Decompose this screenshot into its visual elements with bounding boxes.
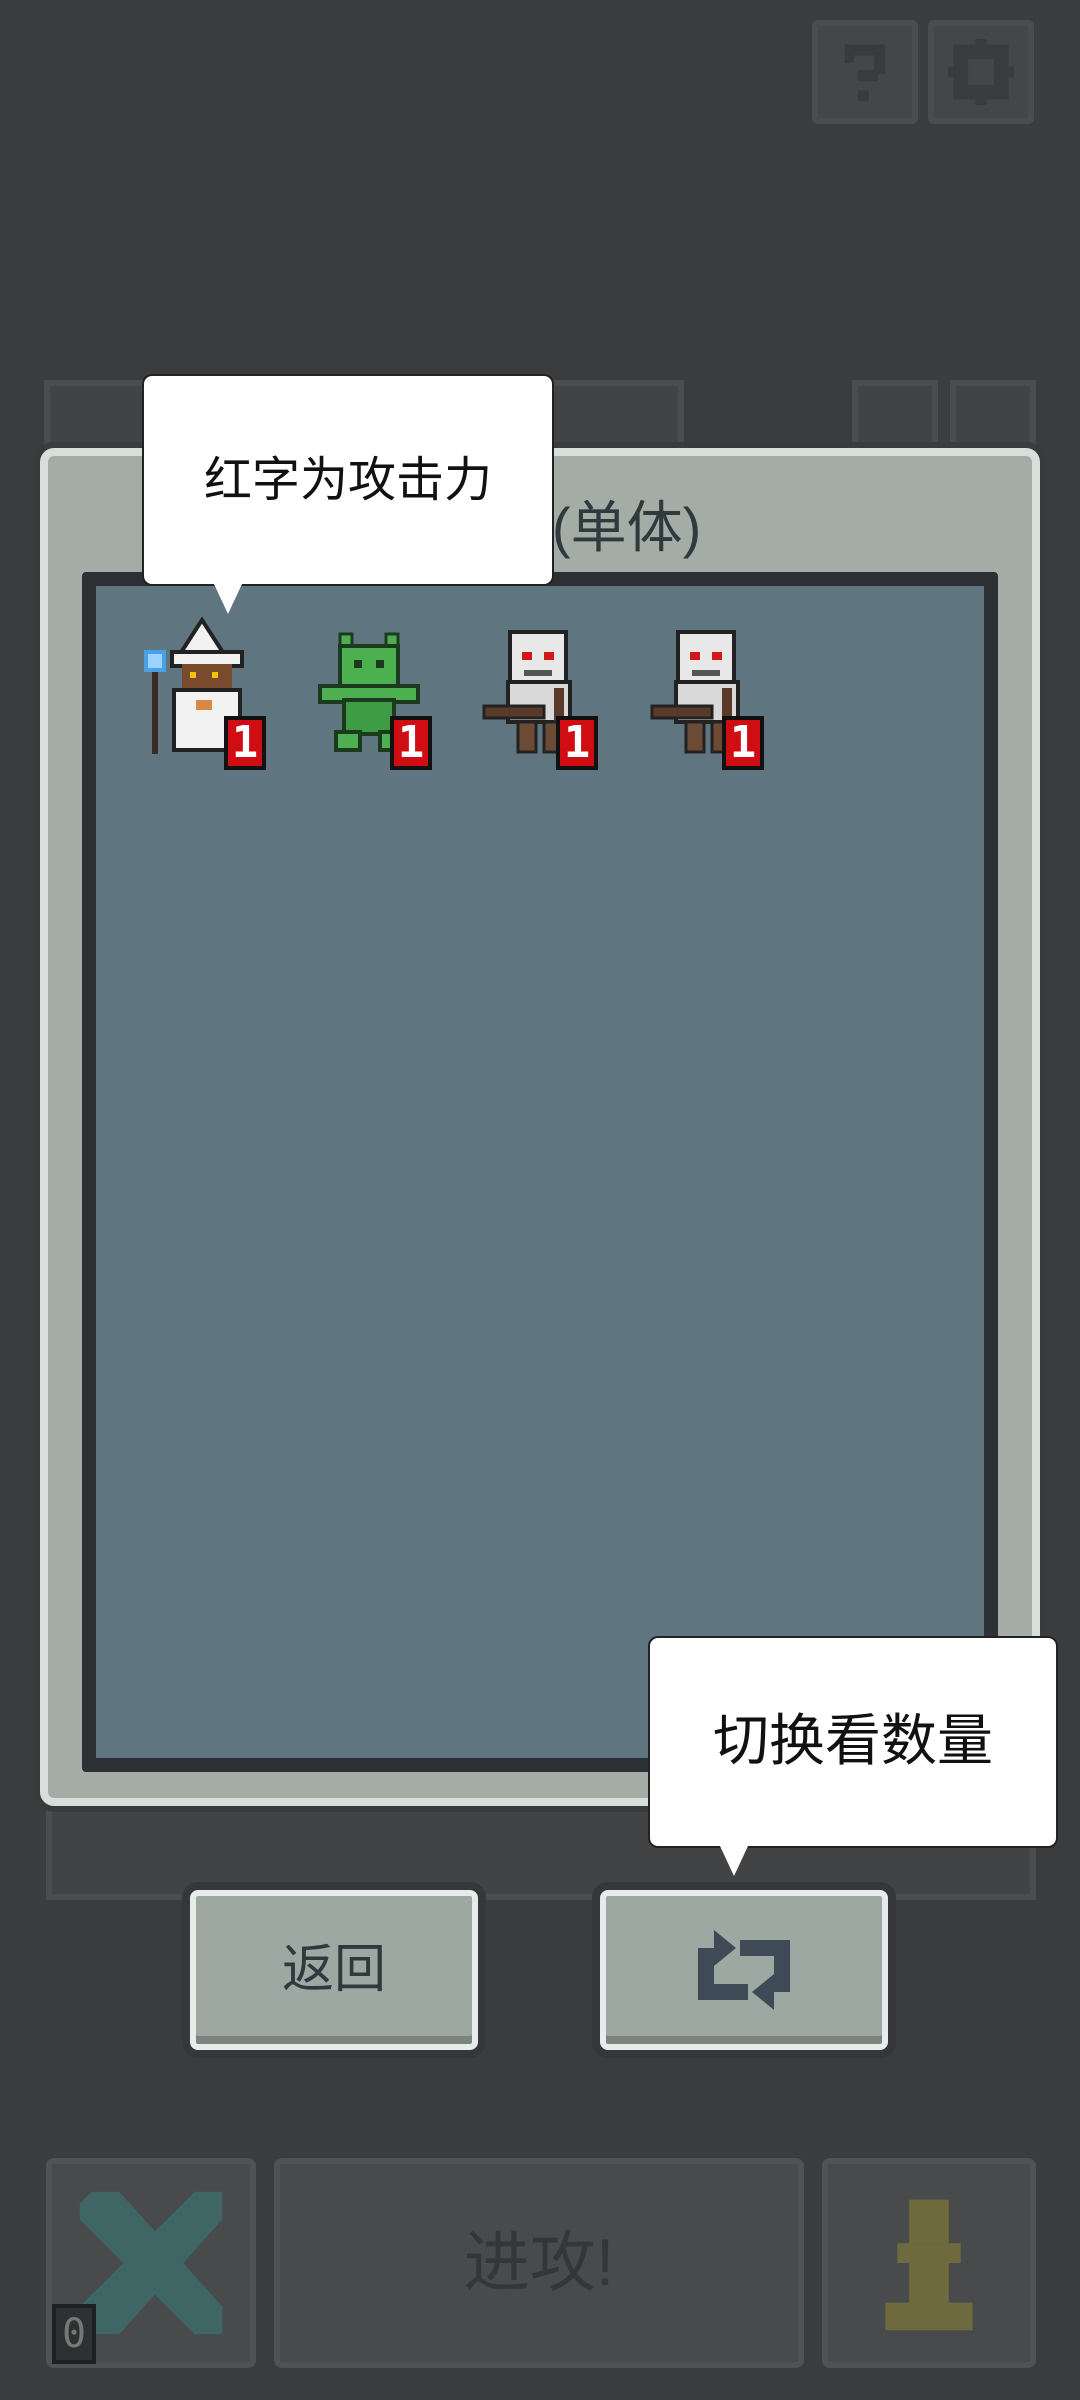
attack-button[interactable]: 进攻!: [274, 2158, 804, 2368]
attack-badge: 1: [722, 716, 764, 770]
attack-badge: 1: [390, 716, 432, 770]
attack-hint-bubble: 红字为攻击力: [142, 374, 554, 586]
swap-arrows-icon: [698, 1930, 790, 2010]
back-button[interactable]: 返回: [190, 1890, 478, 2050]
settings-icon: [947, 38, 1015, 106]
pawn-button[interactable]: [822, 2158, 1036, 2368]
help-button[interactable]: [812, 20, 918, 124]
toggle-hint-tail: [720, 1846, 748, 1876]
toggle-hint-bubble: 切换看数量: [648, 1636, 1058, 1848]
pawn-icon: [885, 2199, 973, 2331]
attack-hint-tail: [214, 584, 242, 614]
settings-button[interactable]: [928, 20, 1034, 124]
attack-badge: 1: [224, 716, 266, 770]
unit-counter: 0: [52, 2304, 96, 2364]
help-icon: [844, 44, 886, 102]
toggle-count-button[interactable]: [600, 1890, 888, 2050]
attack-badge: 1: [556, 716, 598, 770]
